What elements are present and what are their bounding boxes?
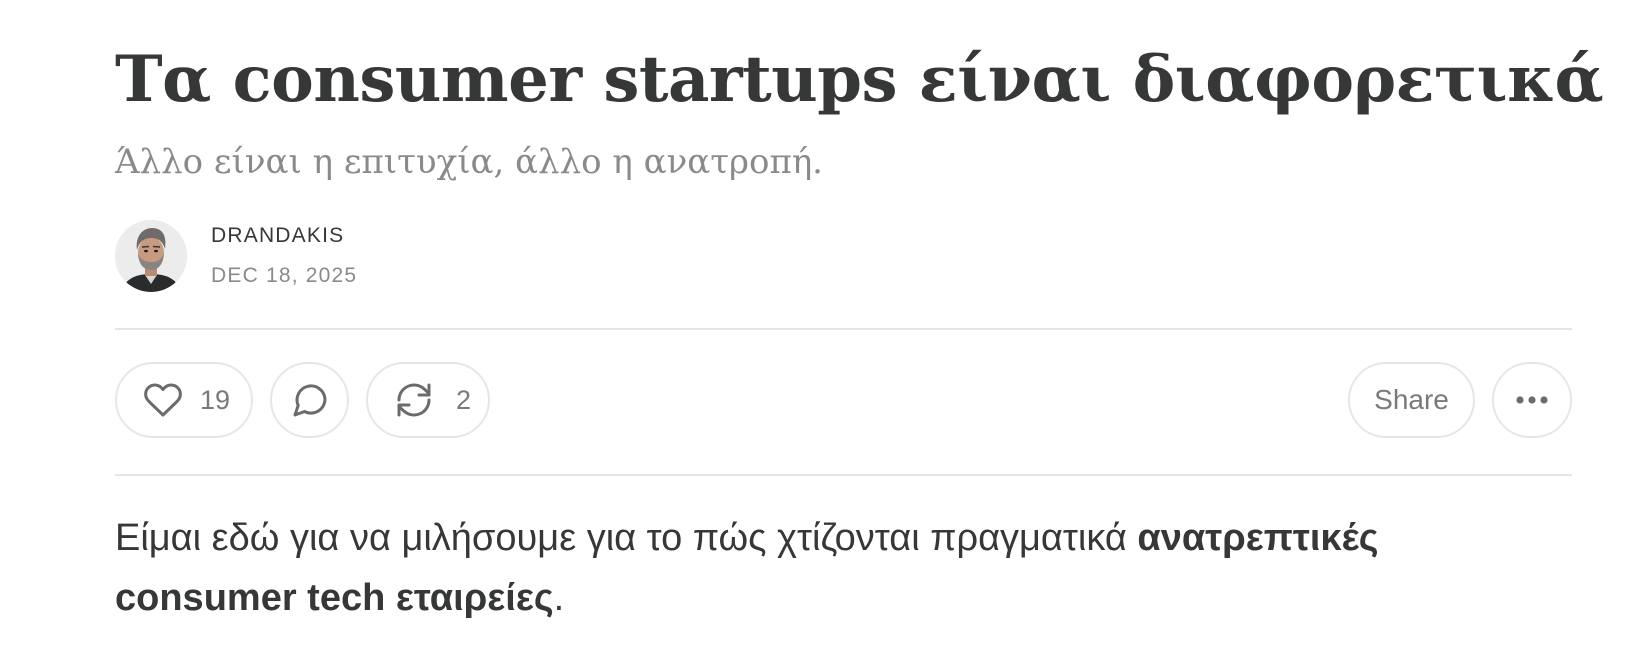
- like-button[interactable]: 19: [115, 362, 253, 438]
- more-options-button[interactable]: [1492, 362, 1572, 438]
- post-subtitle: Άλλο είναι η επιτυχία, άλλο η ανατροπή.: [115, 142, 823, 182]
- divider: [115, 328, 1572, 330]
- like-count: 19: [200, 384, 231, 415]
- post-actions: 19 2 Share: [115, 362, 1572, 442]
- restack-arrows-icon: [394, 380, 434, 420]
- body-text: .: [553, 577, 565, 619]
- byline-text: DRANDAKIS DEC 18, 2025: [211, 222, 357, 290]
- restack-button[interactable]: 2: [366, 362, 490, 438]
- post-body-paragraph: Είμαι εδώ για να μιλήσουμε για το πώς χτ…: [115, 508, 1572, 628]
- ellipsis-icon: [1515, 395, 1549, 405]
- share-button[interactable]: Share: [1348, 362, 1475, 438]
- author-name[interactable]: DRANDAKIS: [211, 222, 357, 250]
- post-title: Τα consumer startups είναι διαφορετικά: [115, 42, 1604, 117]
- body-bold-text: consumer tech εταιρείες: [115, 577, 554, 619]
- restack-count: 2: [456, 384, 472, 415]
- post-date: DEC 18, 2025: [211, 264, 358, 287]
- avatar[interactable]: [115, 220, 187, 292]
- byline: DRANDAKIS DEC 18, 2025: [115, 220, 357, 292]
- heart-icon: [143, 380, 183, 420]
- body-bold-text: ανατρεπτικές: [1137, 517, 1379, 559]
- body-text: Είμαι εδώ για να μιλήσουμε για το πώς χτ…: [115, 517, 1138, 559]
- divider: [115, 474, 1572, 476]
- speech-bubble-icon: [290, 380, 330, 420]
- comment-button[interactable]: [270, 362, 349, 438]
